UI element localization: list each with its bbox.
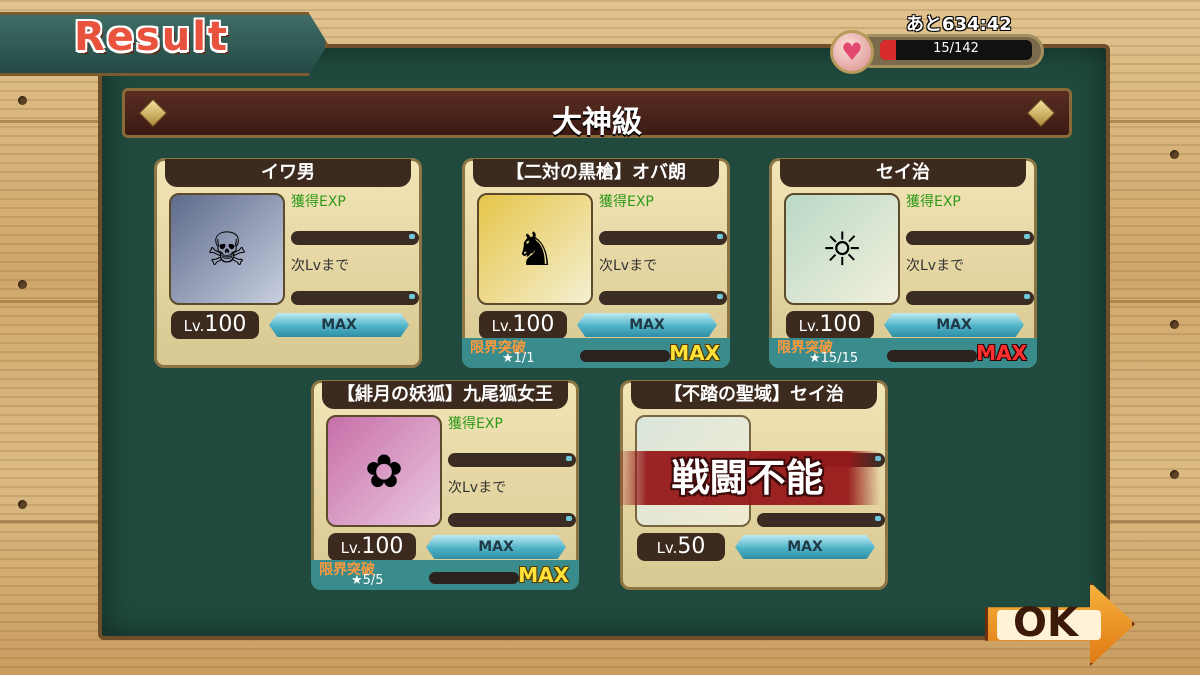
- level-max-bar: MAX: [269, 313, 409, 337]
- level-max-bar: MAX: [577, 313, 717, 337]
- page-title: Result: [74, 14, 230, 60]
- stamina-gauge: 15/142 ♥: [830, 30, 1050, 74]
- limit-break-row: 限界突破 ★1/1 MAX: [462, 338, 730, 368]
- exp-label: 獲得EXP: [448, 416, 503, 432]
- unit-name: イワ男: [165, 159, 411, 187]
- limit-break-stars: ★5/5: [351, 573, 384, 588]
- level-badge: Lv.100: [479, 311, 567, 339]
- next-level-label: 次Lvまで: [291, 258, 350, 274]
- next-level-bar: [757, 513, 885, 527]
- exp-label: 獲得EXP: [291, 194, 346, 210]
- level-badge: Lv.50: [637, 533, 725, 561]
- unit-card: イワ男 ☠ 獲得EXP 次Lvまで Lv.100 MAX: [154, 158, 422, 368]
- limit-break-max: MAX: [669, 341, 720, 365]
- level-max-bar: MAX: [884, 313, 1024, 337]
- unit-card: 【二対の黒槍】オバ朗 ♞ 獲得EXP 次Lvまで Lv.100 MAX 限界突破…: [462, 158, 730, 368]
- next-level-bar: [448, 513, 576, 527]
- unit-portrait: ☠: [169, 193, 285, 305]
- unit-name: 【緋月の妖狐】九尾狐女王: [322, 381, 568, 409]
- next-level-bar: [291, 291, 419, 305]
- next-level-label: 次Lvまで: [448, 480, 507, 496]
- unit-portrait: ☼: [784, 193, 900, 305]
- exp-bar: [448, 453, 576, 467]
- level-max-bar: MAX: [735, 535, 875, 559]
- exp-bar: [291, 231, 419, 245]
- unit-name: 【不踏の聖域】セイ治: [631, 381, 877, 409]
- unit-portrait: ✿: [326, 415, 442, 527]
- unit-name: 【二対の黒槍】オバ朗: [473, 159, 719, 187]
- limit-break-bar: [429, 572, 519, 584]
- level-max-bar: MAX: [426, 535, 566, 559]
- next-level-label: 次Lvまで: [906, 258, 965, 274]
- exp-label: 獲得EXP: [599, 194, 654, 210]
- ok-button[interactable]: OK: [985, 582, 1135, 666]
- level-badge: Lv.100: [328, 533, 416, 561]
- knocked-out-label: 戦闘不能: [615, 451, 880, 505]
- unit-name: セイ治: [780, 159, 1026, 187]
- limit-break-stars: ★1/1: [502, 351, 535, 366]
- heart-icon: ♥: [830, 30, 874, 74]
- limit-break-bar: [580, 350, 670, 362]
- level-badge: Lv.100: [786, 311, 874, 339]
- exp-label: 獲得EXP: [906, 194, 961, 210]
- exp-bar: [906, 231, 1034, 245]
- stamina-text: 15/142: [933, 41, 979, 56]
- unit-card: 【緋月の妖狐】九尾狐女王 ✿ 獲得EXP 次Lvまで Lv.100 MAX 限界…: [311, 380, 579, 590]
- level-badge: Lv.100: [171, 311, 259, 339]
- limit-break-max: MAX: [976, 341, 1027, 365]
- limit-break-row: 限界突破 ★15/15 MAX: [769, 338, 1037, 368]
- unit-card: セイ治 ☼ 獲得EXP 次Lvまで Lv.100 MAX 限界突破 ★15/15…: [769, 158, 1037, 368]
- ok-label: OK: [1013, 600, 1078, 646]
- limit-break-max: MAX: [518, 563, 569, 587]
- exp-bar: [599, 231, 727, 245]
- limit-break-bar: [887, 350, 977, 362]
- difficulty-banner: 大神級: [122, 88, 1072, 140]
- difficulty-label: 大神級: [552, 105, 642, 140]
- next-level-label: 次Lvまで: [599, 258, 658, 274]
- unit-card: 【不踏の聖域】セイ治 ☼ 戦闘不能 Lv.50 MAX: [615, 380, 888, 590]
- limit-break-row: 限界突破 ★5/5 MAX: [311, 560, 579, 590]
- next-level-bar: [599, 291, 727, 305]
- next-level-bar: [906, 291, 1034, 305]
- limit-break-stars: ★15/15: [809, 351, 859, 366]
- unit-portrait: ♞: [477, 193, 593, 305]
